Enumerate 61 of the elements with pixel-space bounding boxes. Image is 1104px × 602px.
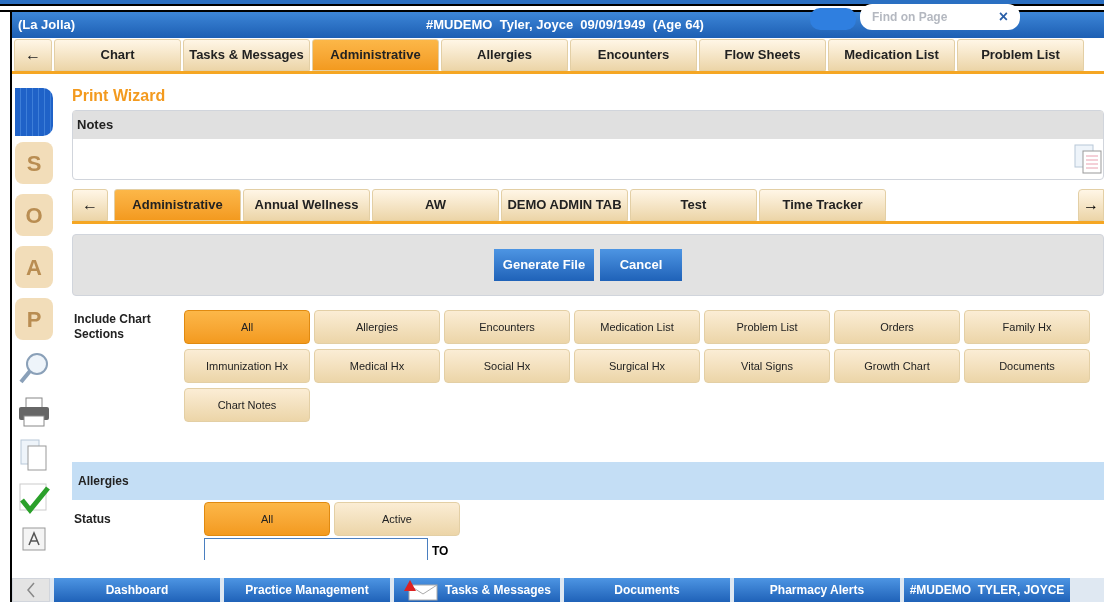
tab[interactable]: Encounters — [570, 39, 697, 71]
section-toggle[interactable]: Encounters — [444, 310, 570, 344]
page-title: Print Wizard — [72, 86, 167, 106]
taskbar-button[interactable]: Dashboard — [54, 578, 220, 602]
generate-file-button[interactable]: Generate File — [494, 249, 594, 281]
patient-label: #MUDEMO Tyler, Joyce 09/09/1949 (Age 64) — [426, 16, 704, 35]
next-arrow-button[interactable]: → — [1078, 189, 1104, 221]
section-toggle[interactable]: Medication List — [574, 310, 700, 344]
section-toggle[interactable]: Active — [334, 502, 460, 536]
tab[interactable]: AW — [372, 189, 499, 221]
scroll-left-button[interactable] — [12, 578, 50, 602]
to-label: TO — [432, 543, 449, 560]
status-label: Status — [73, 511, 112, 528]
section-toggle[interactable]: Surgical Hx — [574, 349, 700, 383]
section-toggle[interactable]: Problem List — [704, 310, 830, 344]
chevron-left-icon — [26, 582, 36, 598]
section-toggle[interactable]: Documents — [964, 349, 1090, 383]
section-toggle[interactable]: Allergies — [314, 310, 440, 344]
tab[interactable]: Administrative — [114, 189, 241, 221]
checkmark-icon[interactable] — [18, 482, 50, 516]
tab[interactable]: Problem List — [957, 39, 1084, 71]
section-toggle[interactable]: Social Hx — [444, 349, 570, 383]
section-toggle[interactable]: Vital Signs — [704, 349, 830, 383]
font-icon[interactable] — [21, 526, 47, 552]
tab[interactable]: Chart — [54, 39, 181, 71]
taskbar-button[interactable]: Tasks & Messages — [394, 578, 560, 602]
tab[interactable]: Test — [630, 189, 757, 221]
section-toggle[interactable]: Immunization Hx — [184, 349, 310, 383]
tab[interactable]: Medication List — [828, 39, 955, 71]
taskbar-button[interactable]: #MUDEMO TYLER, JOYCE — [904, 578, 1070, 602]
printer-icon[interactable] — [17, 396, 51, 428]
section-toggle[interactable]: Orders — [834, 310, 960, 344]
include-sections-label: Include Chart Sections — [73, 311, 152, 343]
panel-toggle[interactable] — [15, 88, 53, 136]
section-toggle[interactable]: Growth Chart — [834, 349, 960, 383]
section-title: Allergies — [78, 473, 129, 490]
search-icon[interactable] — [17, 350, 51, 386]
back-arrow-button[interactable]: ← — [72, 189, 108, 221]
tab[interactable]: Allergies — [441, 39, 568, 71]
section-toggle[interactable]: Medical Hx — [314, 349, 440, 383]
section-toggle[interactable]: Chart Notes — [184, 388, 310, 422]
tab[interactable]: Time Tracker — [759, 189, 886, 221]
section-toggle[interactable]: All — [184, 310, 310, 344]
tab[interactable]: Administrative — [312, 39, 439, 71]
cancel-button[interactable]: Cancel — [600, 249, 682, 281]
taskbar-button[interactable]: Documents — [564, 578, 730, 602]
taskbar-button[interactable]: Practice Management — [224, 578, 390, 602]
back-arrow-button[interactable]: ← — [14, 39, 52, 71]
notes-label: Notes — [77, 116, 114, 135]
search-field[interactable]: Find on Page × — [860, 4, 1020, 30]
location-label: (La Jolla) — [18, 16, 76, 35]
section-toggle[interactable]: All — [204, 502, 330, 536]
tab[interactable]: Annual Wellness — [243, 189, 370, 221]
tab[interactable]: DEMO ADMIN TAB — [501, 189, 628, 221]
clear-button[interactable]: × — [998, 9, 1008, 25]
tab[interactable]: Tasks & Messages — [183, 39, 310, 71]
taskbar-button[interactable]: Pharmacy Alerts — [734, 578, 900, 602]
section-toggle[interactable]: Family Hx — [964, 310, 1090, 344]
date-field[interactable] — [204, 538, 428, 560]
toggle-button[interactable] — [810, 8, 856, 30]
tab[interactable]: Flow Sheets — [699, 39, 826, 71]
